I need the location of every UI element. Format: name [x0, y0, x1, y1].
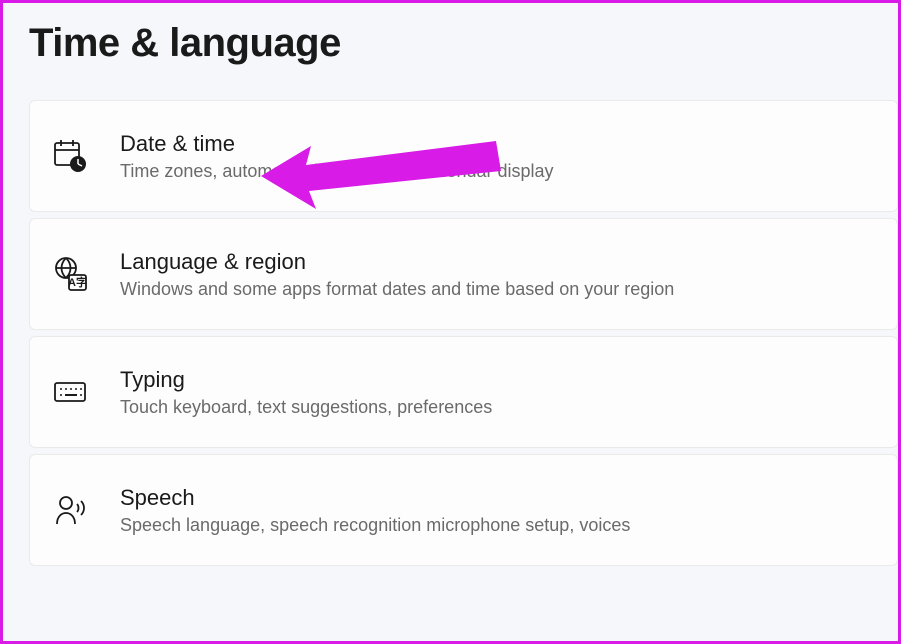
item-text: Language & region Windows and some apps …: [120, 249, 674, 300]
item-title: Typing: [120, 367, 492, 393]
calendar-clock-icon: [52, 138, 88, 174]
settings-item-speech[interactable]: Speech Speech language, speech recogniti…: [29, 454, 898, 566]
svg-text:A字: A字: [68, 275, 87, 289]
settings-item-language-region[interactable]: A字 Language & region Windows and some ap…: [29, 218, 898, 330]
item-text: Typing Touch keyboard, text suggestions,…: [120, 367, 492, 418]
item-title: Speech: [120, 485, 630, 511]
settings-list: Date & time Time zones, automatic clock …: [3, 66, 898, 566]
speech-icon: [52, 492, 88, 528]
settings-item-date-time[interactable]: Date & time Time zones, automatic clock …: [29, 100, 898, 212]
globe-translate-icon: A字: [52, 256, 88, 292]
item-subtitle: Windows and some apps format dates and t…: [120, 279, 674, 300]
item-text: Date & time Time zones, automatic clock …: [120, 131, 554, 182]
settings-item-typing[interactable]: Typing Touch keyboard, text suggestions,…: [29, 336, 898, 448]
item-text: Speech Speech language, speech recogniti…: [120, 485, 630, 536]
item-subtitle: Time zones, automatic clock settings, ca…: [120, 161, 554, 182]
item-subtitle: Speech language, speech recognition micr…: [120, 515, 630, 536]
item-subtitle: Touch keyboard, text suggestions, prefer…: [120, 397, 492, 418]
keyboard-icon: [52, 374, 88, 410]
item-title: Date & time: [120, 131, 554, 157]
item-title: Language & region: [120, 249, 674, 275]
page-title: Time & language: [3, 3, 898, 66]
